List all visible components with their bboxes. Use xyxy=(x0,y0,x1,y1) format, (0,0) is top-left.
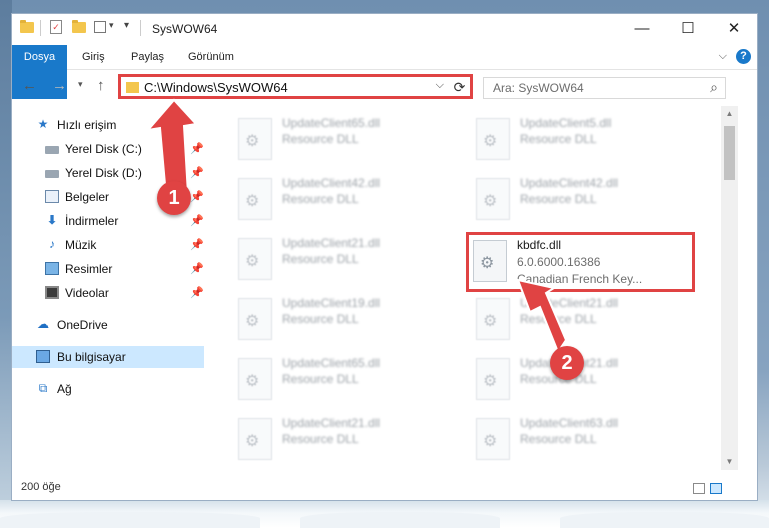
arrow-2 xyxy=(516,278,568,355)
annotation-arrows xyxy=(145,98,568,355)
annotation-badge-2: 2 xyxy=(550,346,584,380)
annotation-badge-1: 1 xyxy=(157,181,191,215)
